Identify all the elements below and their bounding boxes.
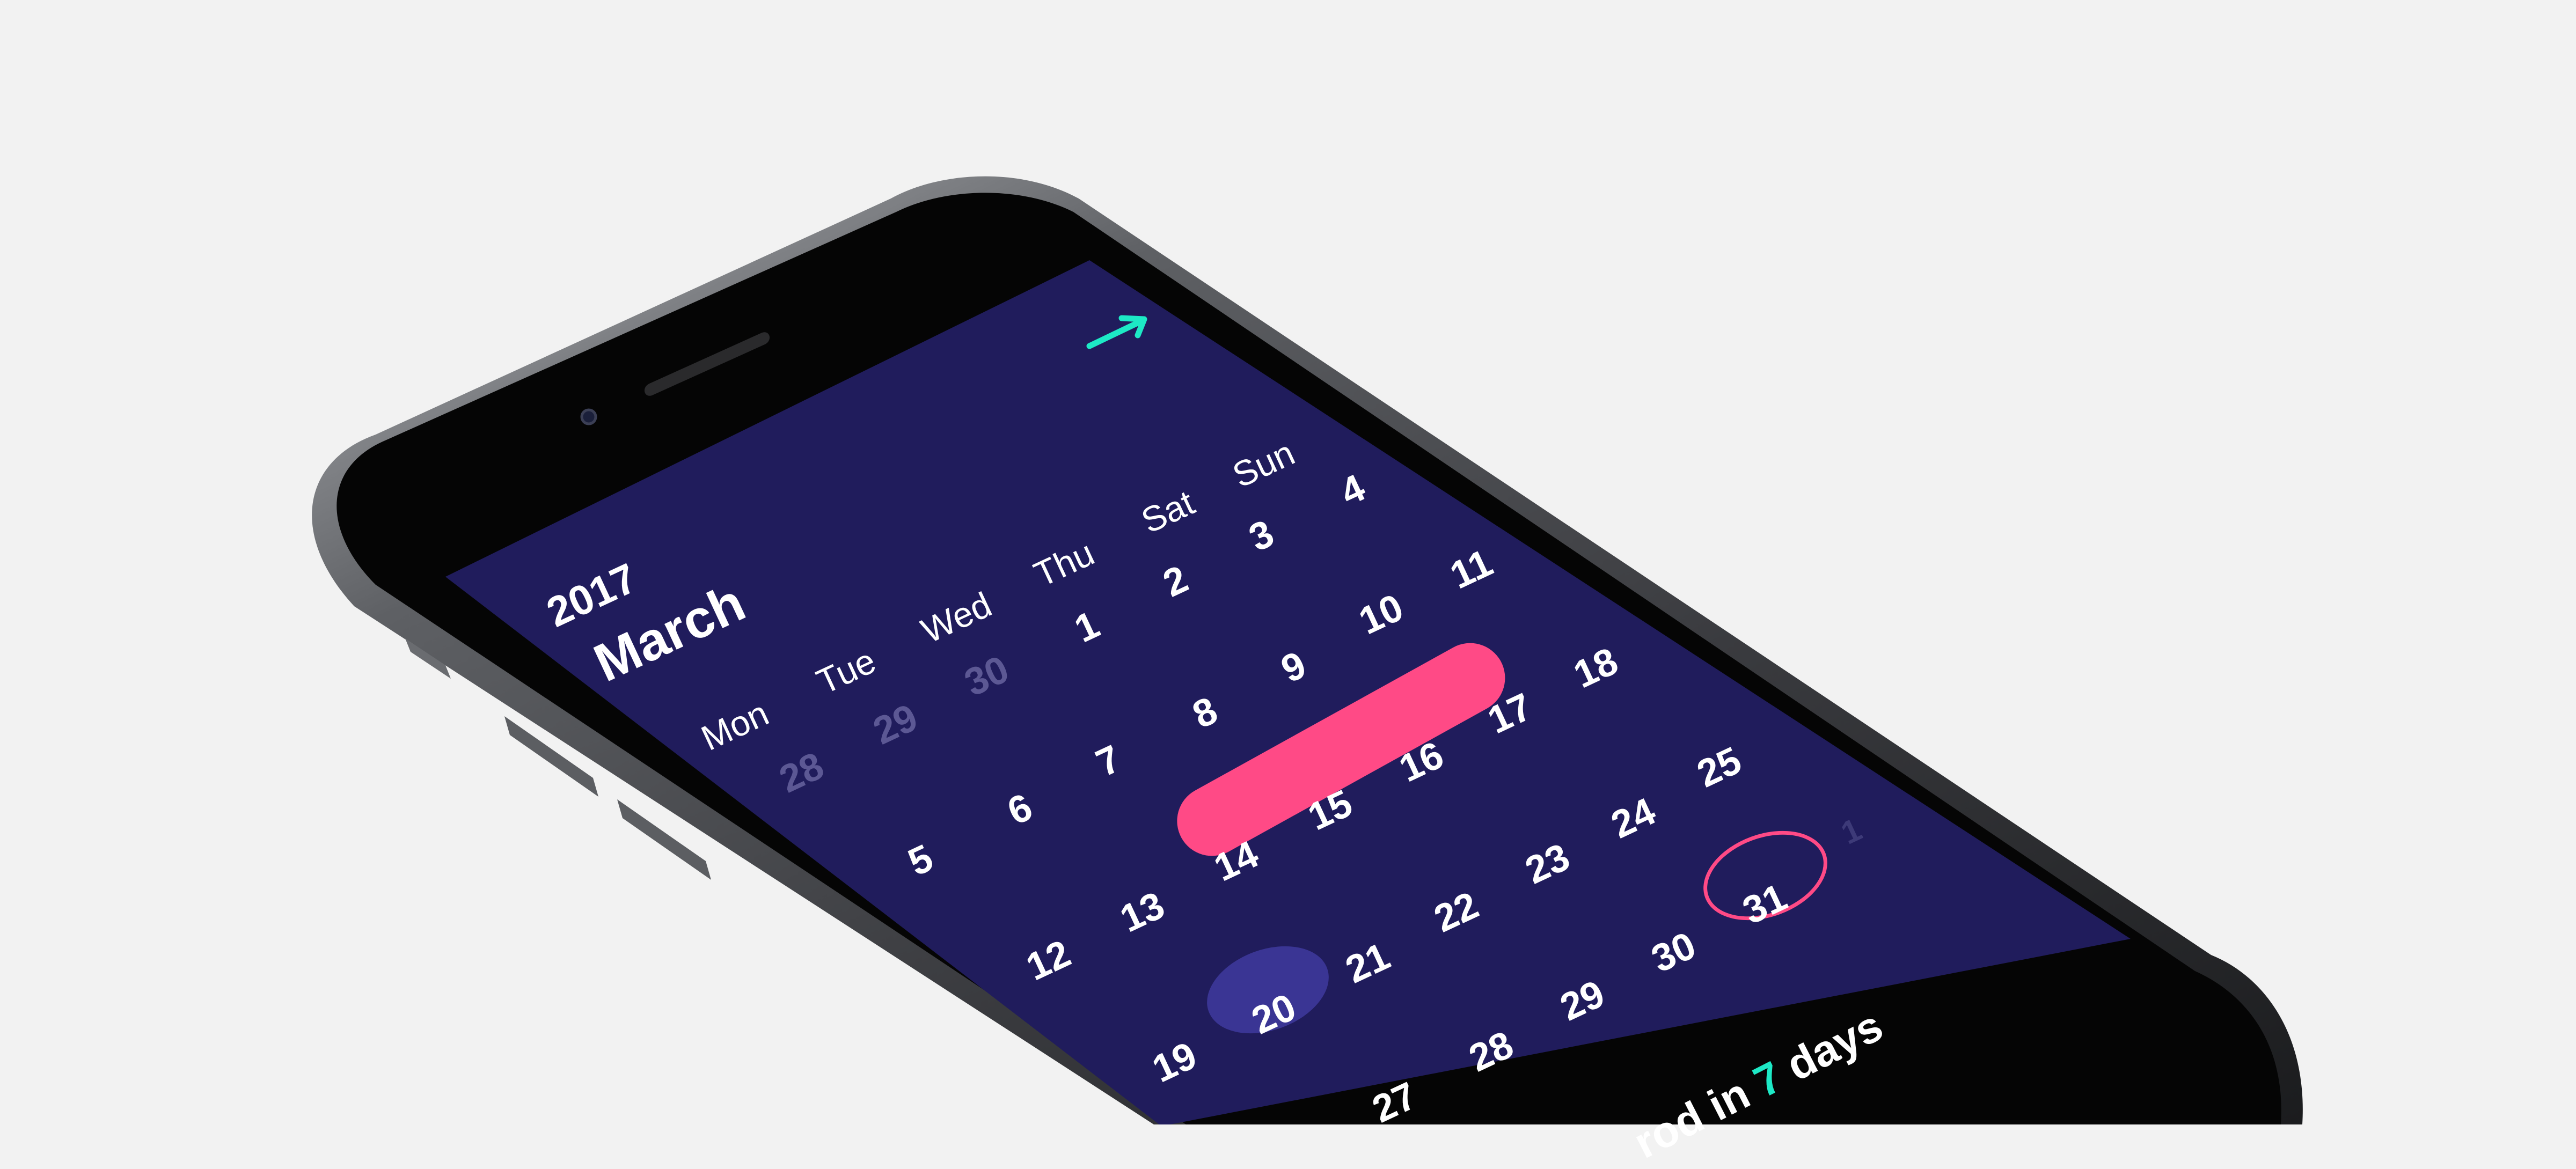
day-prev-29[interactable]: 29 bbox=[867, 695, 924, 753]
day-prev-28[interactable]: 28 bbox=[773, 744, 830, 802]
day-24[interactable]: 24 bbox=[1605, 789, 1662, 847]
weekday-tue: Tue bbox=[810, 640, 882, 702]
weekday-mon: Mon bbox=[695, 693, 775, 758]
day-10[interactable]: 10 bbox=[1352, 585, 1410, 643]
day-6[interactable]: 6 bbox=[1001, 785, 1039, 834]
weekday-sun: Sun bbox=[1226, 432, 1301, 495]
day-4[interactable]: 4 bbox=[1334, 466, 1372, 514]
day-prev-30[interactable]: 30 bbox=[958, 647, 1015, 705]
day-28[interactable]: 28 bbox=[1462, 1023, 1520, 1080]
weekday-wed: Wed bbox=[915, 584, 998, 651]
day-30[interactable]: 30 bbox=[1645, 923, 1702, 981]
date-range-highlight bbox=[1165, 630, 1518, 869]
day-next-1[interactable]: 1 bbox=[1835, 811, 1867, 852]
day-19[interactable]: 19 bbox=[1146, 1033, 1203, 1091]
day-27[interactable]: 27 bbox=[1366, 1074, 1423, 1131]
day-8[interactable]: 8 bbox=[1186, 688, 1224, 737]
day-21[interactable]: 21 bbox=[1339, 934, 1396, 992]
day-29[interactable]: 29 bbox=[1554, 972, 1611, 1030]
footer-message: rod in 7 days bbox=[1626, 1001, 1891, 1168]
day-23[interactable]: 23 bbox=[1519, 835, 1576, 893]
calendar-screen: 2017 March Mon Tue Wed Thu Sat Sun 28 29… bbox=[0, 0, 2576, 1168]
day-2[interactable]: 2 bbox=[1157, 557, 1195, 606]
day-7[interactable]: 7 bbox=[1089, 737, 1128, 785]
day-1[interactable]: 1 bbox=[1068, 602, 1106, 651]
footer-suffix: days bbox=[1768, 1001, 1891, 1096]
day-12[interactable]: 12 bbox=[1020, 931, 1077, 989]
day-18[interactable]: 18 bbox=[1567, 639, 1624, 697]
day-3[interactable]: 3 bbox=[1242, 511, 1280, 560]
weekday-sat: Sat bbox=[1135, 482, 1201, 541]
day-9[interactable]: 9 bbox=[1275, 643, 1313, 692]
footer-prefix: rod in bbox=[1626, 1063, 1768, 1168]
day-22[interactable]: 22 bbox=[1428, 883, 1485, 941]
arrow-up-right-icon[interactable] bbox=[1084, 314, 1154, 351]
day-11[interactable]: 11 bbox=[1444, 541, 1499, 598]
day-25[interactable]: 25 bbox=[1690, 738, 1748, 796]
day-13[interactable]: 13 bbox=[1114, 883, 1171, 941]
day-5[interactable]: 5 bbox=[902, 836, 940, 885]
weekday-thu: Thu bbox=[1028, 532, 1100, 594]
